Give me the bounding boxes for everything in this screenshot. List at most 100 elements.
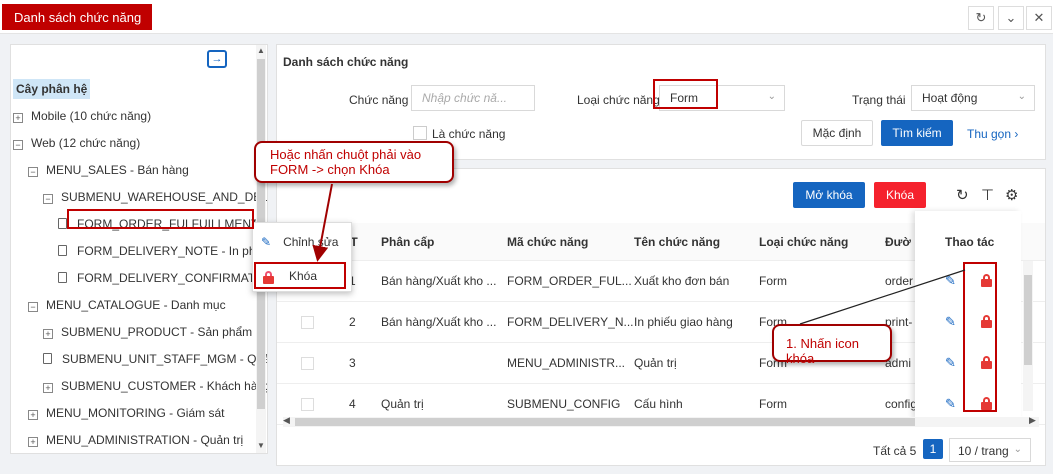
col-code: Mã chức năng [507,235,589,249]
cell-level: Quản trị [381,397,424,411]
highlight-lock-icons [963,262,997,412]
edit-icon[interactable]: ✎ [945,273,956,289]
table-vertical-scrollbar[interactable] [1023,261,1033,411]
tree-node-form-delivery-confirmation[interactable]: FORM_DELIVERY_CONFIRMATIC [58,271,267,285]
pencil-icon: ✎ [261,235,272,249]
edit-icon[interactable]: ✎ [945,355,956,371]
lock-button[interactable]: Khóa [874,182,926,208]
col-path: Đườ [885,235,911,249]
col-type: Loại chức năng [759,235,849,249]
chevron-down-icon[interactable]: ⌄ [998,6,1024,30]
cell-tt: 4 [349,397,356,411]
tree-node-menu-sales[interactable]: − MENU_SALES - Bán hàng [28,163,189,177]
tree-node-submenu-product[interactable]: + SUBMENU_PRODUCT - Sản phẩm [43,325,252,339]
scroll-up-icon[interactable]: ▲ [256,46,266,55]
is-function-label: Là chức năng [432,127,506,141]
col-level: Phân cấp [381,235,435,249]
row-checkbox[interactable] [301,357,314,370]
scroll-right-icon[interactable]: ▶ [1029,415,1036,426]
callout-right-click: Hoặc nhấn chuột phải vào FORM -> chọn Kh… [254,141,454,183]
function-label: Chức năng [349,93,409,107]
scroll-left-icon[interactable]: ◀ [283,415,290,426]
cell-type: Form [759,397,787,411]
module-tree-panel: → Cây phân hệ + Mobile (10 chức năng) − We… [10,44,268,454]
tree-node-web[interactable]: − Web (12 chức năng) [13,136,140,150]
expand-icon[interactable]: + [43,383,53,393]
tree-node-menu-monitoring[interactable]: + MENU_MONITORING - Giám sát [28,406,224,420]
collapse-panel-icon[interactable]: → [207,50,227,68]
tree-node-form-delivery-note[interactable]: FORM_DELIVERY_NOTE - In phiế [58,244,265,258]
function-table-panel: Mở khóa Khóa ↻ ⊤ ⚙ TT Phân cấp Mã chức n… [276,168,1046,466]
cell-path: order [885,274,914,288]
table-horizontal-scrollbar[interactable]: ◀ ▶ [283,415,1039,427]
cell-code: SUBMENU_CONFIG [507,397,621,411]
cell-level: Bán hàng/Xuất kho ... [381,315,497,329]
function-type-label: Loại chức năng [577,93,660,107]
cell-code: MENU_ADMINISTR... [507,356,626,370]
edit-icon[interactable]: ✎ [945,396,956,412]
edit-icon[interactable]: ✎ [945,314,956,330]
scroll-down-icon[interactable]: ▼ [256,441,266,450]
refresh-icon[interactable]: ↻ [968,6,994,30]
highlight-context-lock [254,262,346,289]
expand-icon[interactable]: + [28,437,38,447]
highlight-type-form [653,79,718,109]
cell-name: Quản trị [634,356,677,370]
expand-icon[interactable]: + [13,113,23,123]
is-function-checkbox[interactable] [413,126,427,140]
pagination-page-1[interactable]: 1 [923,439,943,459]
file-icon [58,272,67,283]
collapse-icon[interactable]: − [28,302,38,312]
tree-node-mobile[interactable]: + Mobile (10 chức năng) [13,109,151,123]
scrollbar-thumb[interactable] [295,418,915,426]
chevron-down-icon: ⌄ [1017,91,1026,102]
reload-icon[interactable]: ↻ [956,186,969,204]
cell-type: Form [759,274,787,288]
col-actions: Thao tác [945,235,995,249]
search-button[interactable]: Tìm kiếm [881,120,953,146]
highlight-tree-form [67,209,254,229]
cell-level: Bán hàng/Xuất kho ... [381,274,497,288]
expand-icon[interactable]: + [43,329,53,339]
scrollbar-thumb[interactable] [1024,275,1032,365]
tree-node-submenu-customer[interactable]: + SUBMENU_CUSTOMER - Khách hàng [43,379,267,393]
status-label: Trạng thái [852,93,906,107]
tree-node-submenu-unit-staff[interactable]: SUBMENU_UNIT_STAFF_MGM - Quả [43,352,267,366]
filter-title: Danh sách chức năng [283,55,409,69]
tree-node-submenu-warehouse[interactable]: − SUBMENU_WAREHOUSE_AND_DELIV [43,190,267,204]
column-height-icon[interactable]: ⊤ [981,186,994,204]
context-menu-edit[interactable]: ✎ Chỉnh sửa [253,229,353,257]
collapse-filter-link[interactable]: Thu gọn › [967,127,1018,141]
tree-node-menu-catalogue[interactable]: − MENU_CATALOGUE - Danh mục [28,298,226,312]
page-size-select[interactable]: 10 / trang ⌄ [949,438,1031,462]
cell-tt: 2 [349,315,356,329]
default-button[interactable]: Mặc định [801,120,873,146]
cell-name: Xuất kho đơn bán [634,274,730,288]
function-search-input[interactable]: Nhập chức nă... [411,85,535,111]
chevron-down-icon: ⌄ [767,91,776,102]
cell-tt: 3 [349,356,356,370]
top-bar: Danh sách chức năng ↻ ⌄ ✕ [0,0,1053,34]
col-name: Tên chức năng [634,235,721,249]
close-icon[interactable]: ✕ [1026,6,1052,30]
collapse-icon[interactable]: − [43,194,53,204]
collapse-icon[interactable]: − [28,167,38,177]
status-select[interactable]: Hoạt động ⌄ [911,85,1035,111]
row-checkbox[interactable] [301,398,314,411]
file-icon [43,353,52,364]
file-icon [58,245,67,256]
file-icon [58,218,67,229]
unlock-button[interactable]: Mở khóa [793,182,865,208]
cell-code: FORM_ORDER_FUL... [507,274,632,288]
page-title-tab[interactable]: Danh sách chức năng [2,4,152,30]
callout-lock-icon: 1. Nhấn icon khóa [772,324,892,366]
tree-node-menu-administration[interactable]: + MENU_ADMINISTRATION - Quản trị [28,433,243,447]
row-checkbox[interactable] [301,316,314,329]
pagination-total: Tất cả 5 [873,444,917,458]
expand-icon[interactable]: + [28,410,38,420]
settings-icon[interactable]: ⚙ [1005,186,1018,204]
collapse-icon[interactable]: − [13,140,23,150]
cell-name: Cấu hình [634,397,683,411]
chevron-right-icon: › [1014,127,1019,141]
chevron-down-icon: ⌄ [1013,444,1022,455]
